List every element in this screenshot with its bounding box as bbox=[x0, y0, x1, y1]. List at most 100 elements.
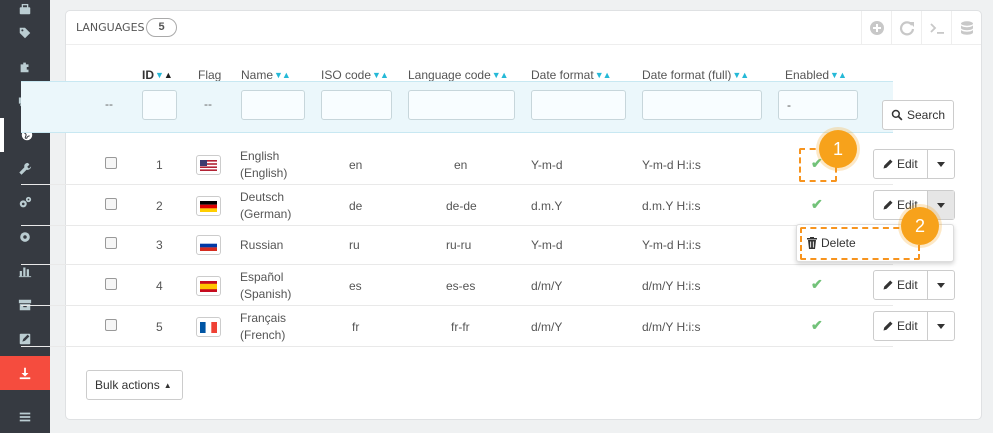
cell-date-format: d.m.Y bbox=[531, 199, 563, 213]
row-checkbox[interactable] bbox=[105, 319, 117, 331]
gear-icon bbox=[20, 232, 30, 242]
sidebar-item-import[interactable] bbox=[0, 356, 50, 390]
database-icon bbox=[960, 20, 973, 35]
filter-date-format-input[interactable] bbox=[531, 90, 626, 120]
cell-date-format-full: d.m.Y H:i:s bbox=[642, 199, 701, 213]
cell-iso: ru bbox=[349, 238, 360, 252]
export-button[interactable] bbox=[951, 11, 981, 44]
edit-button[interactable]: Edit bbox=[874, 271, 929, 299]
col-id-label: ID bbox=[142, 68, 154, 82]
actions-dropdown-toggle[interactable] bbox=[927, 312, 954, 340]
sidebar-menu-toggle[interactable] bbox=[0, 400, 50, 433]
row-checkbox[interactable] bbox=[105, 278, 117, 290]
sort-asc-icon[interactable]: ▲ bbox=[164, 70, 173, 80]
sort-toggle-icon[interactable]: ▼▲ bbox=[492, 70, 509, 80]
cell-iso: fr bbox=[352, 320, 360, 334]
wrench-icon bbox=[19, 162, 32, 175]
flag-de-icon bbox=[196, 196, 221, 216]
col-header-enabled[interactable]: Enabled ▼▲ bbox=[785, 68, 847, 82]
col-date-format-full-label: Date format (full) bbox=[642, 68, 732, 82]
sort-desc-icon[interactable]: ▼ bbox=[155, 70, 164, 80]
cell-date-format: Y-m-d bbox=[531, 238, 563, 252]
edit-action-group: Edit bbox=[873, 270, 955, 300]
sql-query-button[interactable] bbox=[921, 11, 951, 44]
add-new-button[interactable] bbox=[861, 11, 891, 44]
pencil-icon bbox=[883, 159, 893, 169]
cell-language-code: en bbox=[454, 158, 468, 172]
cell-name-secondary: (German) bbox=[240, 207, 292, 221]
sidebar bbox=[0, 0, 50, 433]
col-header-date-format[interactable]: Date format ▼▲ bbox=[531, 68, 612, 82]
sidebar-item-advanced[interactable] bbox=[0, 186, 50, 220]
caret-up-icon: ▲ bbox=[163, 380, 172, 390]
cell-date-format-full: Y-m-d H:i:s bbox=[642, 158, 701, 172]
sort-toggle-icon[interactable]: ▼▲ bbox=[274, 70, 291, 80]
col-header-id[interactable]: ID ▼ ▲ bbox=[142, 68, 173, 82]
cell-language-code: ru-ru bbox=[446, 238, 472, 252]
flag-us-icon bbox=[196, 155, 221, 175]
sidebar-item-editor[interactable] bbox=[0, 322, 50, 356]
bulk-actions-button[interactable]: Bulk actions ▲ bbox=[86, 370, 183, 400]
sort-toggle-icon[interactable]: ▼▲ bbox=[595, 70, 612, 80]
add-icon bbox=[869, 20, 884, 35]
search-label: Search bbox=[907, 108, 946, 122]
filter-id-input[interactable] bbox=[142, 90, 177, 120]
cell-id: 2 bbox=[156, 199, 163, 213]
enabled-check-icon[interactable]: ✔ bbox=[811, 317, 823, 334]
filter-date-format-full-input[interactable] bbox=[642, 90, 762, 120]
row-checkbox[interactable] bbox=[105, 237, 117, 249]
actions-dropdown-toggle[interactable] bbox=[927, 271, 954, 299]
panel-toolbar bbox=[861, 11, 981, 44]
briefcase-icon bbox=[19, 3, 31, 15]
edit-action-group: Edit bbox=[873, 311, 955, 341]
flag-ru-icon bbox=[196, 235, 221, 255]
pencil-icon bbox=[883, 321, 893, 331]
sort-toggle-icon[interactable]: ▼▲ bbox=[372, 70, 389, 80]
filter-iso-input[interactable] bbox=[321, 90, 392, 120]
row-divider bbox=[21, 184, 893, 185]
row-checkbox[interactable] bbox=[105, 157, 117, 169]
panel-title: LANGUAGES bbox=[76, 21, 145, 34]
sidebar-item-modules[interactable] bbox=[0, 50, 50, 84]
count-badge: 5 bbox=[146, 18, 177, 37]
cell-date-format-full: Y-m-d H:i:s bbox=[642, 238, 701, 252]
cell-name-secondary: (English) bbox=[240, 166, 288, 180]
edit-button[interactable]: Edit bbox=[874, 150, 929, 178]
sort-toggle-icon[interactable]: ▼▲ bbox=[732, 70, 749, 80]
panel-header: LANGUAGES 5 bbox=[66, 11, 981, 45]
cell-id: 1 bbox=[156, 158, 163, 172]
edit-action-group: Edit bbox=[873, 149, 955, 179]
enabled-check-icon[interactable]: ✔ bbox=[811, 276, 823, 293]
download-icon bbox=[19, 367, 31, 380]
filter-language-code-input[interactable] bbox=[408, 90, 515, 120]
sidebar-item-catalog[interactable] bbox=[0, 16, 50, 50]
search-button[interactable]: Search bbox=[882, 100, 954, 130]
cell-date-format: d/m/Y bbox=[531, 279, 563, 293]
col-header-name[interactable]: Name ▼▲ bbox=[241, 68, 291, 82]
puzzle-icon bbox=[20, 62, 29, 73]
edit-button[interactable]: Edit bbox=[874, 312, 929, 340]
enabled-check-icon[interactable]: ✔ bbox=[811, 196, 823, 213]
refresh-button[interactable] bbox=[891, 11, 921, 44]
cell-name-secondary: (French) bbox=[240, 328, 286, 342]
sidebar-item-stats[interactable] bbox=[0, 254, 50, 288]
col-header-language-code[interactable]: Language code ▼▲ bbox=[408, 68, 509, 82]
edit-icon bbox=[19, 333, 31, 345]
row-checkbox[interactable] bbox=[105, 198, 117, 210]
terminal-icon bbox=[929, 22, 944, 34]
cell-name-primary: Deutsch bbox=[240, 190, 285, 204]
sort-toggle-icon[interactable]: ▼▲ bbox=[830, 70, 847, 80]
filter-name-input[interactable] bbox=[241, 90, 305, 120]
col-header-date-format-full[interactable]: Date format (full) ▼▲ bbox=[642, 68, 749, 82]
sidebar-item-preferences[interactable] bbox=[0, 152, 50, 186]
gears-icon bbox=[19, 196, 32, 208]
col-header-iso[interactable]: ISO code ▼▲ bbox=[321, 68, 389, 82]
cell-date-format-full: d/m/Y H:i:s bbox=[642, 279, 701, 293]
filter-enabled-select[interactable]: - bbox=[778, 90, 858, 120]
refresh-icon bbox=[899, 20, 914, 35]
col-date-format-label: Date format bbox=[531, 68, 594, 82]
caret-down-icon bbox=[937, 202, 945, 208]
col-language-code-label: Language code bbox=[408, 68, 491, 82]
actions-dropdown-toggle[interactable] bbox=[927, 150, 954, 178]
caret-down-icon bbox=[937, 323, 945, 329]
